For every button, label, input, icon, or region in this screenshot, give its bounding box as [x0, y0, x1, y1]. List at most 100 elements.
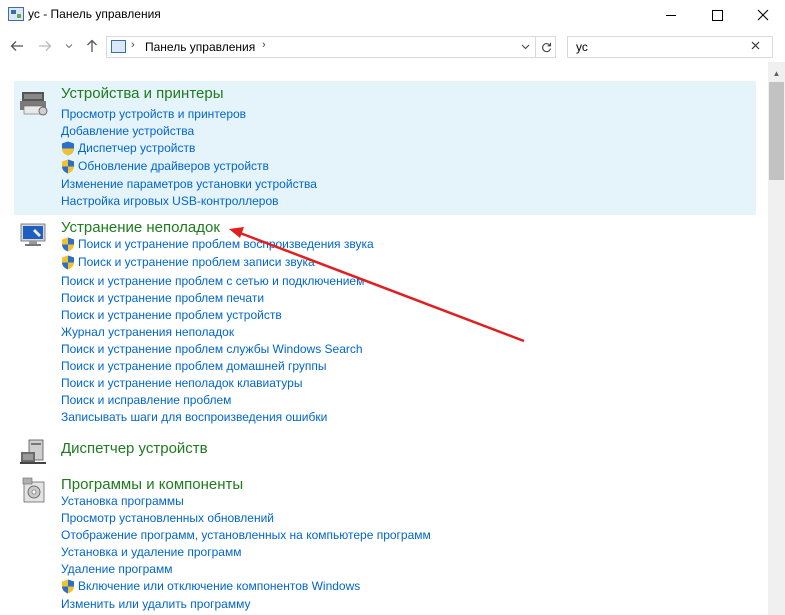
- task-link[interactable]: Поиск и устранение проблем воспроизведен…: [61, 237, 374, 252]
- control-panel-icon: [8, 7, 24, 21]
- scroll-up-button[interactable]: ▲: [768, 66, 785, 80]
- navigation-bar: › Панель управления › ус: [0, 30, 785, 62]
- task-link[interactable]: Удаление программ: [61, 562, 172, 576]
- close-icon: [757, 9, 769, 21]
- group-troubleshooting: Устранение неполадок Поиск и устранение …: [14, 216, 756, 426]
- task-link[interactable]: Поиск и устранение проблем службы Window…: [61, 342, 363, 356]
- uac-shield-icon: [62, 255, 74, 270]
- task-link[interactable]: Установка программы: [61, 494, 184, 508]
- task-link[interactable]: Поиск и устранение проблем записи звука: [61, 255, 315, 270]
- group-programs-features: Программы и компоненты Установка програм…: [14, 470, 756, 615]
- search-value: ус: [576, 40, 588, 54]
- task-label: Записывать шаги для воспроизведения ошиб…: [61, 410, 328, 424]
- task-label: Поиск и устранение проблем воспроизведен…: [78, 237, 374, 251]
- group-heading[interactable]: Диспетчер устройств: [61, 440, 208, 457]
- chevron-down-icon: [65, 44, 73, 49]
- task-label: Отображение программ, установленных на к…: [61, 528, 431, 542]
- uac-shield-icon: [62, 237, 74, 252]
- device-manager-icon: [20, 439, 46, 464]
- group-heading[interactable]: Программы и компоненты: [61, 476, 243, 493]
- printer-devices-icon: [20, 92, 48, 116]
- task-label: Включение или отключение компонентов Win…: [78, 579, 361, 593]
- window-title: ус - Панель управления: [28, 7, 161, 21]
- maximize-button[interactable]: [694, 0, 740, 30]
- task-label: Поиск и исправление проблем: [61, 393, 232, 407]
- task-label: Поиск и устранение проблем с сетью и под…: [61, 274, 365, 288]
- task-link[interactable]: Поиск и устранение проблем устройств: [61, 308, 282, 322]
- breadcrumb-separator-icon[interactable]: ›: [262, 39, 266, 51]
- task-label: Просмотр устройств и принтеров: [61, 107, 247, 121]
- group-heading[interactable]: Устройства и принтеры: [61, 85, 223, 102]
- task-label: Поиск и устранение проблем устройств: [61, 308, 282, 322]
- refresh-button[interactable]: [535, 37, 556, 57]
- task-link[interactable]: Поиск и устранение проблем домашней груп…: [61, 359, 327, 373]
- task-link[interactable]: Диспетчер устройств: [61, 141, 196, 156]
- group-device-manager: Диспетчер устройств: [14, 434, 756, 470]
- vertical-scrollbar[interactable]: ▲: [768, 62, 785, 615]
- forward-arrow-icon: [39, 41, 52, 51]
- task-link[interactable]: Изменение параметров установки устройств…: [61, 177, 317, 191]
- task-label: Поиск и устранение проблем службы Window…: [61, 342, 363, 356]
- group-heading[interactable]: Устранение неполадок: [61, 219, 220, 236]
- task-label: Просмотр установленных обновлений: [61, 511, 274, 525]
- breadcrumb-control-panel[interactable]: Панель управления: [145, 40, 255, 54]
- address-bar[interactable]: › Панель управления ›: [106, 36, 556, 58]
- recent-locations-button[interactable]: [62, 30, 76, 62]
- task-label: Журнал устранения неполадок: [61, 325, 235, 339]
- task-link[interactable]: Поиск и устранение неполадок клавиатуры: [61, 376, 302, 390]
- chevron-down-icon: [521, 44, 529, 50]
- search-input[interactable]: ус: [567, 36, 773, 58]
- maximize-icon: [711, 9, 723, 21]
- title-bar: ус - Панель управления: [0, 0, 785, 30]
- search-results: Устройства и принтеры Просмотр устройств…: [0, 68, 768, 615]
- up-button[interactable]: [84, 30, 100, 62]
- back-arrow-icon: [10, 41, 23, 51]
- task-link[interactable]: Поиск и устранение проблем печати: [61, 291, 264, 305]
- task-link[interactable]: Включение или отключение компонентов Win…: [61, 579, 361, 594]
- task-link[interactable]: Просмотр устройств и принтеров: [61, 107, 246, 121]
- task-label: Удаление программ: [61, 562, 173, 576]
- programs-features-icon: [22, 477, 45, 503]
- address-history-button[interactable]: [517, 37, 533, 57]
- task-label: Поиск и устранение проблем записи звука: [78, 255, 315, 269]
- task-label: Изменение параметров установки устройств…: [61, 177, 317, 191]
- clear-search-button[interactable]: [751, 38, 760, 53]
- task-label: Поиск и устранение неполадок клавиатуры: [61, 376, 303, 390]
- task-label: Добавление устройства: [61, 124, 195, 138]
- task-link[interactable]: Изменить или удалить программу: [61, 597, 250, 611]
- task-link[interactable]: Поиск и устранение проблем с сетью и под…: [61, 274, 364, 288]
- task-label: Настройка игровых USB-контроллеров: [61, 194, 279, 208]
- close-button[interactable]: [740, 0, 785, 30]
- breadcrumb-separator-icon[interactable]: ›: [131, 39, 135, 51]
- task-label: Обновление драйверов устройств: [78, 159, 269, 173]
- control-panel-icon: [111, 40, 126, 53]
- task-link[interactable]: Обновление драйверов устройств: [61, 159, 269, 174]
- back-button[interactable]: [8, 30, 26, 62]
- task-label: Установка программы: [61, 494, 184, 508]
- task-link[interactable]: Установка и удаление программ: [61, 545, 241, 559]
- up-arrow-icon: [87, 39, 97, 52]
- task-link[interactable]: Добавление устройства: [61, 124, 194, 138]
- uac-shield-icon: [62, 141, 74, 156]
- task-label: Поиск и устранение проблем домашней груп…: [61, 359, 327, 373]
- task-link[interactable]: Поиск и исправление проблем: [61, 393, 231, 407]
- task-link[interactable]: Записывать шаги для воспроизведения ошиб…: [61, 410, 327, 424]
- task-label: Диспетчер устройств: [78, 141, 196, 155]
- task-link[interactable]: Просмотр установленных обновлений: [61, 511, 274, 525]
- task-label: Изменить или удалить программу: [61, 597, 251, 611]
- minimize-button[interactable]: [648, 0, 694, 30]
- close-icon: [751, 41, 760, 50]
- scrollbar-thumb[interactable]: [769, 82, 784, 180]
- task-link[interactable]: Журнал устранения неполадок: [61, 325, 234, 339]
- uac-shield-icon: [62, 159, 74, 174]
- uac-shield-icon: [62, 579, 74, 594]
- minimize-icon: [666, 14, 676, 16]
- task-label: Установка и удаление программ: [61, 545, 242, 559]
- troubleshooting-icon: [20, 223, 46, 246]
- group-devices-printers: Устройства и принтеры Просмотр устройств…: [14, 81, 756, 215]
- task-link[interactable]: Настройка игровых USB-контроллеров: [61, 194, 279, 208]
- task-label: Поиск и устранение проблем печати: [61, 291, 265, 305]
- forward-button[interactable]: [36, 30, 54, 62]
- refresh-icon: [541, 42, 551, 52]
- task-link[interactable]: Отображение программ, установленных на к…: [61, 528, 431, 542]
